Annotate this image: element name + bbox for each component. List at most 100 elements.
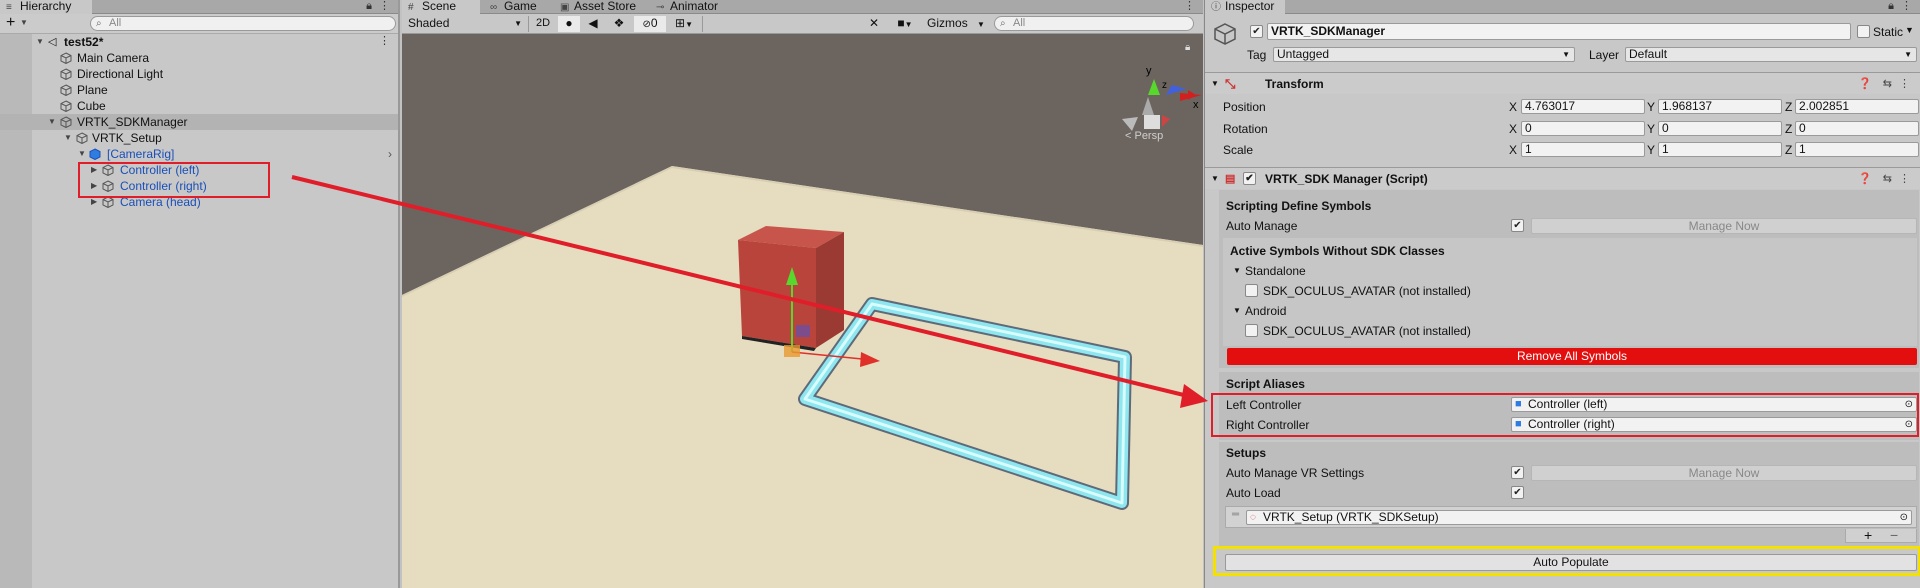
tab-asset-store[interactable]: ▣ Asset Store [554, 0, 650, 14]
tab-animator-label: Animator [670, 0, 719, 13]
position-y-field[interactable]: 1.968137 [1658, 99, 1782, 114]
expand-arrow-icon[interactable]: ▼ [1211, 73, 1219, 95]
tab-animator[interactable]: ⊸ Animator [650, 0, 746, 14]
axis-label: X [1509, 143, 1518, 157]
setup-item-field[interactable]: ◌ VRTK_Setup (VRTK_SDKSetup) ⊙ [1246, 510, 1912, 525]
tab-game[interactable]: ∞ Game [484, 0, 552, 14]
lighting-toggle[interactable]: ● [558, 16, 580, 32]
shading-mode-dropdown[interactable]: Shaded ▼ [406, 16, 526, 32]
android-label: Android [1245, 304, 1287, 318]
effects-toggle[interactable]: ❖ [606, 16, 632, 32]
android-symbol-checkbox[interactable] [1245, 324, 1258, 337]
standalone-row[interactable]: ▼ Standalone [1205, 262, 1920, 280]
help-icon[interactable]: ❓ [1858, 73, 1872, 95]
gameobject-icon [60, 100, 72, 112]
hierarchy-item[interactable]: Main Camera [0, 50, 398, 66]
add-dropdown-icon[interactable]: ▼ [20, 18, 28, 27]
scale-x-field[interactable]: 1 [1521, 142, 1645, 157]
hierarchy-item[interactable]: Directional Light [0, 66, 398, 82]
android-row[interactable]: ▼ Android [1205, 302, 1920, 320]
camera-settings-dropdown[interactable]: ■▼ [888, 16, 922, 32]
rotation-z-field[interactable]: 0 [1795, 121, 1919, 136]
more-options-icon[interactable]: ⋮ [1899, 168, 1910, 190]
scale-y-field[interactable]: 1 [1658, 142, 1782, 157]
mode-2d-toggle[interactable]: 2D [530, 16, 556, 32]
hierarchy-search-input[interactable]: ⌕ All [90, 16, 396, 31]
tag-dropdown[interactable]: Untagged ▼ [1273, 47, 1575, 62]
scene-menu-icon[interactable]: ⋮ [379, 35, 390, 48]
audio-toggle[interactable]: ◀ [582, 16, 604, 32]
tools-toggle[interactable]: ✕ [862, 16, 886, 32]
script-header[interactable]: ▼ ▤ ✔ VRTK_SDK Manager (Script) ❓ ⇆ ⋮ [1205, 167, 1920, 189]
hierarchy-item[interactable]: ▼ VRTK_Setup [0, 130, 398, 146]
remove-all-symbols-button[interactable]: Remove All Symbols [1227, 348, 1917, 365]
expand-arrow-icon[interactable]: ▼ [1211, 168, 1219, 190]
rotation-y-field[interactable]: 0 [1658, 121, 1782, 136]
expand-arrow-icon[interactable]: ▼ [64, 130, 72, 146]
layer-dropdown[interactable]: Default ▼ [1625, 47, 1917, 62]
lock-icon[interactable]: 🔒︎ [1888, 0, 1894, 13]
axis-z-label: z [1162, 80, 1167, 91]
expand-arrow-icon[interactable]: ▼ [1233, 302, 1241, 320]
more-options-icon[interactable]: ⋮ [379, 0, 390, 13]
tab-scene[interactable]: # Scene [402, 0, 480, 14]
hierarchy-item-label: VRTK_Setup [92, 131, 162, 145]
preset-icon[interactable]: ⇆ [1883, 168, 1892, 190]
scene-tab-icon: # [408, 2, 414, 13]
expand-arrow-icon[interactable]: ▼ [48, 114, 56, 130]
auto-manage-label: Auto Manage [1226, 219, 1298, 233]
hierarchy-item[interactable]: ▼ [CameraRig] › [0, 146, 398, 162]
axis-y-label: y [1146, 65, 1152, 77]
gizmos-dropdown[interactable]: Gizmos ▼ [924, 16, 988, 32]
drag-handle-icon[interactable]: ═ [1232, 509, 1239, 520]
scene-viewport[interactable]: y z x < Persp 🔒︎ [402, 35, 1203, 588]
layer-value: Default [1629, 47, 1668, 61]
static-checkbox[interactable] [1857, 25, 1870, 38]
expand-arrow-icon[interactable]: ▼ [36, 34, 44, 50]
add-button[interactable]: + [6, 14, 15, 32]
tab-inspector[interactable]: ⓘ Inspector [1205, 0, 1285, 14]
scene-root-row[interactable]: ▼ ◁ test52* ⋮ [0, 34, 398, 50]
lock-icon[interactable]: 🔒︎ [366, 0, 372, 13]
standalone-symbol-checkbox[interactable] [1245, 284, 1258, 297]
remove-item-button[interactable]: − [1890, 527, 1898, 543]
active-checkbox[interactable]: ✔ [1250, 25, 1263, 38]
hierarchy-item[interactable]: Cube [0, 98, 398, 114]
object-picker-icon[interactable]: ⊙ [1900, 511, 1908, 524]
orientation-gizmo[interactable]: y z x [1122, 65, 1202, 131]
more-options-icon[interactable]: ⋮ [1184, 0, 1195, 13]
scale-z-field[interactable]: 1 [1795, 142, 1919, 157]
help-icon[interactable]: ❓ [1858, 168, 1872, 190]
auto-manage-checkbox[interactable]: ✔ [1511, 219, 1524, 232]
projection-toggle[interactable]: < Persp [1125, 130, 1163, 142]
hidden-objects-toggle[interactable]: ⊘0 [634, 16, 666, 32]
more-options-icon[interactable]: ⋮ [1899, 73, 1910, 95]
position-z-field[interactable]: 2.002851 [1795, 99, 1919, 114]
preset-icon[interactable]: ⇆ [1883, 73, 1892, 95]
more-options-icon[interactable]: ⋮ [1901, 0, 1912, 13]
tab-hierarchy[interactable]: ≡ Hierarchy [0, 0, 92, 14]
lock-icon[interactable]: 🔒︎ [1185, 42, 1190, 53]
expand-arrow-icon[interactable]: ▼ [1233, 262, 1241, 280]
position-x-field[interactable]: 4.763017 [1521, 99, 1645, 114]
add-item-button[interactable]: + [1864, 527, 1872, 543]
auto-load-checkbox[interactable]: ✔ [1511, 486, 1524, 499]
prefab-icon [89, 148, 101, 160]
scene-search-input[interactable]: ⌕ All [994, 16, 1194, 31]
static-dropdown-icon[interactable]: ▼ [1905, 25, 1914, 35]
gameobject-icon [60, 52, 72, 64]
chevron-right-icon[interactable]: › [388, 146, 392, 162]
axis-label: Y [1647, 100, 1656, 114]
transform-header[interactable]: ▼ ⤡ Transform ❓ ⇆ ⋮ [1205, 72, 1920, 94]
hierarchy-item[interactable]: Plane [0, 82, 398, 98]
effects-icon: ❖ [613, 16, 625, 30]
script-enabled-checkbox[interactable]: ✔ [1243, 172, 1256, 185]
auto-manage-vr-checkbox[interactable]: ✔ [1511, 466, 1524, 479]
object-name-field[interactable]: VRTK_SDKManager [1267, 23, 1851, 40]
grid-toggle[interactable]: ⊞▼ [668, 16, 700, 32]
hierarchy-item-selected[interactable]: ▼ VRTK_SDKManager [0, 114, 398, 130]
rotation-x-field[interactable]: 0 [1521, 121, 1645, 136]
manage-now-button[interactable]: Manage Now [1531, 218, 1917, 234]
expand-arrow-icon[interactable]: ▼ [78, 146, 86, 162]
manage-now-vr-button[interactable]: Manage Now [1531, 465, 1917, 481]
